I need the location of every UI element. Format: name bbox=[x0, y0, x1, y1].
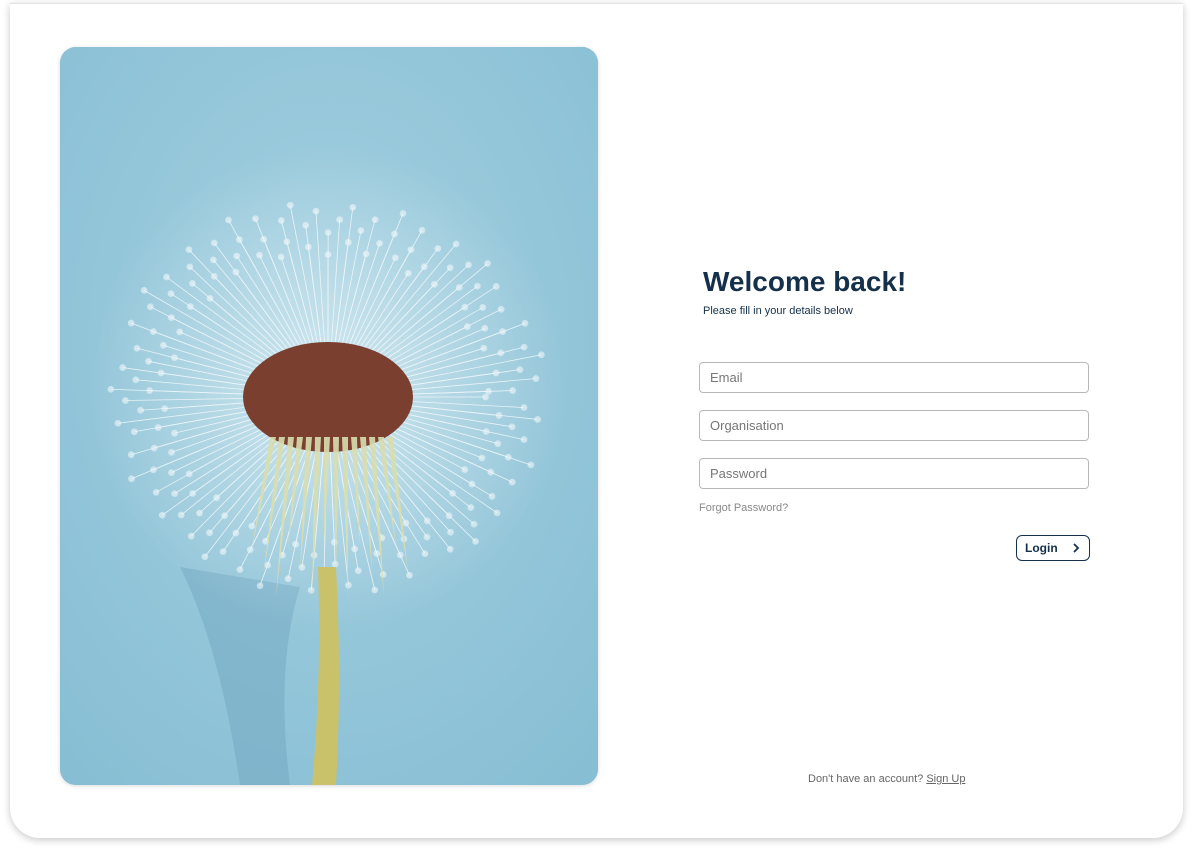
signup-link[interactable]: Sign Up bbox=[926, 773, 965, 785]
password-input[interactable] bbox=[699, 458, 1089, 489]
email-input[interactable] bbox=[699, 362, 1089, 393]
organisation-input[interactable] bbox=[699, 410, 1089, 441]
dandelion-image bbox=[60, 47, 598, 785]
signup-prompt: Don't have an account? Sign Up bbox=[808, 773, 965, 785]
page-title: Welcome back! bbox=[703, 266, 907, 297]
login-button[interactable]: Login bbox=[1016, 535, 1090, 561]
login-button-label: Login bbox=[1025, 541, 1058, 555]
page-subtitle: Please fill in your details below bbox=[703, 305, 853, 317]
chevron-right-icon bbox=[1073, 543, 1080, 553]
signup-prompt-text: Don't have an account? bbox=[808, 773, 924, 785]
forgot-password-link[interactable]: Forgot Password? bbox=[699, 502, 788, 514]
